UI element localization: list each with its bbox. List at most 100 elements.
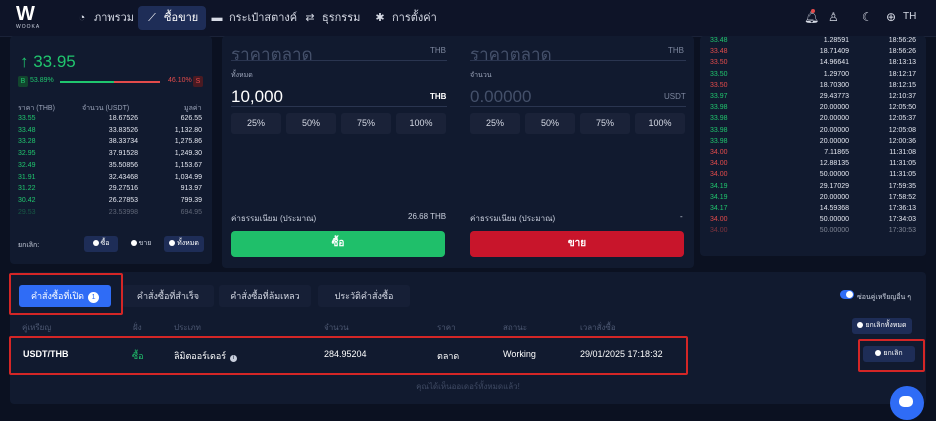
nav-wallet[interactable]: ▬ กระเป๋าสตางค์ — [203, 6, 305, 30]
buy-pct-25[interactable]: 25% — [231, 113, 281, 134]
buy-amount-label: ทั้งหมด — [231, 72, 253, 79]
info-icon[interactable]: i — [230, 355, 238, 362]
tab-order-history[interactable]: ประวัติคำสั่งซื้อ — [318, 285, 410, 307]
trade-price: 34.00 — [710, 160, 728, 168]
orders-header-side: ฝั่ง — [133, 323, 142, 332]
trade-amount: 18.70300 — [819, 81, 849, 89]
order-price: ตลาด — [437, 351, 460, 361]
orders-header-pair: คู่เหรียญ — [22, 323, 52, 332]
order-side: ซื้อ — [132, 351, 144, 361]
user-icon[interactable]: ♙ — [828, 10, 839, 24]
sell-pct-75[interactable]: 75% — [580, 113, 630, 134]
buy-fee-value: 26.68 THB — [408, 212, 447, 221]
trade-time: 17:59:35 — [888, 182, 916, 190]
tab-failed-orders[interactable]: คำสั่งซื้อที่ล้มเหลว — [219, 285, 311, 307]
sell-submit-button[interactable]: ขาย — [470, 231, 684, 257]
nav-transactions-label: ธุรกรรม — [322, 12, 361, 24]
orderbook-row[interactable]: 29.53 23.53998 694.95 — [18, 209, 202, 221]
trade-time: 11:31:05 — [889, 171, 916, 179]
trade-time: 18:13:13 — [888, 59, 916, 67]
trade-row: 34.00 50.00000 11:31:05 — [707, 171, 919, 182]
order-status: Working — [503, 349, 536, 359]
sell-amount-value: 0.00000 — [470, 87, 532, 106]
trade-time: 12:10:37 — [888, 93, 916, 100]
orders-header-time: เวลาสั่งซื้อ — [580, 323, 616, 332]
moon-icon[interactable]: ☾ — [862, 10, 873, 24]
buy-submit-button[interactable]: ซื้อ — [231, 231, 445, 257]
cancel-label: ยกเลิก: — [18, 242, 40, 249]
cancel-orders-row: ยกเลิก: ซื้อ ขาย ทั้งหมด — [18, 236, 204, 252]
sell-pct-100[interactable]: 100% — [635, 113, 685, 134]
col-header-price: ราคา (THB) — [18, 105, 55, 112]
orderbook-price: 33.55 — [18, 115, 36, 122]
cancel-buy-button[interactable]: ซื้อ — [84, 236, 118, 252]
orderbook-value: 1,034.99 — [174, 173, 202, 181]
buy-pct-100[interactable]: 100% — [396, 113, 446, 134]
top-nav: W WOOKA ◔ ภาพรวม ⟋ ซื้อขาย ▬ กระเป๋าสตางค์ … — [0, 0, 936, 37]
trade-row: 33.48 18.71409 18:56:26 — [707, 48, 919, 59]
trade-time: 18:12:15 — [888, 81, 916, 89]
orderbook-row[interactable]: 32.95 37.91528 1,249.30 — [18, 150, 202, 162]
trade-row: 34.00 50.00000 17:30:53 — [707, 227, 919, 238]
buy-pct-50[interactable]: 50% — [286, 113, 336, 134]
cancel-all-orders-button[interactable]: ยกเลิกทั้งหมด — [852, 318, 912, 334]
order-time: 29/01/2025 17:18:32 — [580, 349, 663, 359]
orderbook-row[interactable]: 31.22 29.27516 913.97 — [18, 185, 202, 197]
orders-header-amount: จำนวน — [324, 323, 349, 332]
sell-pct-25[interactable]: 25% — [470, 113, 520, 134]
trade-time: 11:31:05 — [889, 160, 916, 168]
orderbook-value: 694.95 — [180, 208, 202, 216]
orderbook-row[interactable]: 31.91 32.43468 1,034.99 — [18, 174, 202, 186]
buy-price-unit: THB — [430, 46, 446, 55]
trade-price: 34.19 — [710, 182, 728, 190]
orderbook-price: 32.95 — [18, 150, 36, 158]
orderbook-row[interactable]: 33.28 38.33734 1,275.86 — [18, 138, 202, 150]
cancel-order-button[interactable]: ยกเลิก — [863, 346, 915, 362]
hide-other-pairs-toggle[interactable] — [840, 290, 854, 299]
cancel-sell-button[interactable]: ขาย — [124, 236, 158, 252]
hide-other-pairs-label: ซ่อนคู่เหรียญอื่น ๆ — [857, 294, 911, 301]
trade-price: 33.50 — [710, 59, 728, 67]
trade-time: 12:05:50 — [888, 104, 916, 112]
cancel-all-side-button[interactable]: ทั้งหมด — [164, 236, 204, 252]
orderbook-value: 1,132.80 — [174, 126, 202, 134]
nav-settings[interactable]: ✱ การตั้งค่า — [366, 6, 445, 30]
tab-completed-orders[interactable]: คำสั่งซื้อที่สำเร็จ — [122, 285, 214, 307]
orderbook-amount: 38.33734 — [108, 138, 138, 146]
logo[interactable]: W WOOKA — [16, 4, 46, 32]
buy-pct-75[interactable]: 75% — [341, 113, 391, 134]
orderbook-row[interactable]: 30.42 26.27853 799.39 — [18, 197, 202, 209]
trade-row: 34.00 7.11865 11:31:08 — [707, 149, 919, 160]
orderbook-amount: 37.91528 — [108, 150, 138, 158]
trade-time: 17:30:53 — [888, 227, 916, 235]
trade-row: 33.98 20.00000 12:05:08 — [707, 127, 919, 138]
order-type-label: ลิมิตออร์เดอร์ — [174, 351, 227, 361]
nav-overview-label: ภาพรวม — [94, 12, 135, 24]
nav-transactions[interactable]: ⇄ ธุรกรรม — [296, 6, 368, 30]
orderbook-amount: 23.53998 — [108, 208, 138, 216]
last-price: ↑ 33.95 — [20, 52, 76, 71]
orderbook-amount: 35.50856 — [108, 161, 138, 169]
language-label[interactable]: TH — [903, 11, 916, 22]
orderbook-row[interactable]: 33.55 18.67526 626.55 — [18, 115, 202, 127]
notification-dot — [811, 9, 815, 13]
orderbook-row[interactable]: 32.49 35.50856 1,153.67 — [18, 162, 202, 174]
chat-button[interactable] — [890, 386, 924, 420]
trade-row: 33.97 29.43773 12:10:37 — [707, 93, 919, 104]
globe-icon[interactable]: ⊕ — [886, 10, 896, 24]
sell-pct-50[interactable]: 50% — [525, 113, 575, 134]
trade-amount: 20.00000 — [819, 115, 849, 123]
trade-amount: 20.00000 — [819, 137, 849, 145]
orderbook-value: 799.39 — [180, 196, 202, 204]
trade-amount: 50.00000 — [819, 216, 849, 224]
order-amount: 284.95204 — [324, 349, 367, 359]
sell-percent: 46.10% — [168, 77, 192, 84]
orderbook-value: 913.97 — [180, 185, 202, 193]
trade-amount: 1.28591 — [823, 37, 849, 44]
buy-fee-label: ค่าธรรมเนียม (ประมาณ) — [231, 214, 317, 223]
nav-trade[interactable]: ⟋ ซื้อขาย — [138, 6, 207, 30]
trade-price: 34.19 — [710, 193, 728, 201]
trade-row: 33.48 1.28591 18:56:26 — [707, 37, 919, 48]
orderbook-row[interactable]: 33.48 33.83526 1,132.80 — [18, 127, 202, 139]
nav-overview[interactable]: ◔ ภาพรวม — [68, 6, 142, 30]
